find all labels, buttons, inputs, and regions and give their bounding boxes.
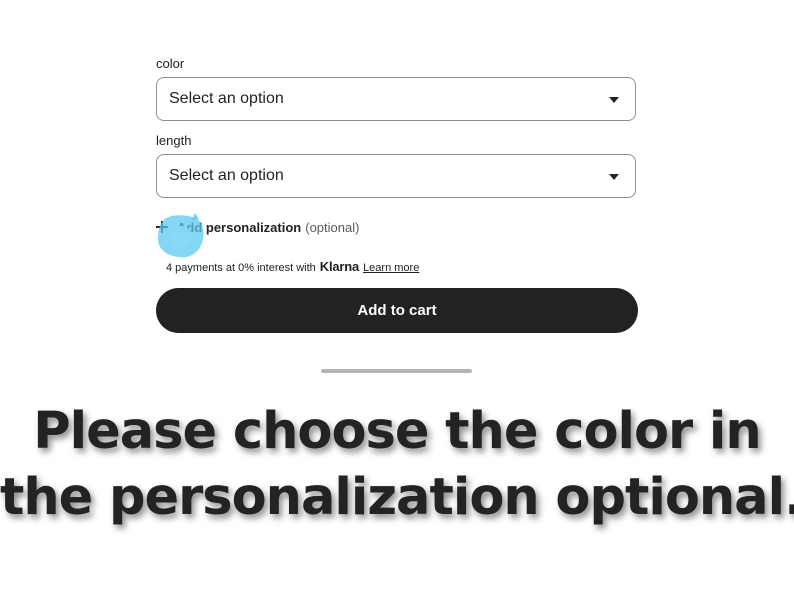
plus-icon — [156, 221, 168, 233]
add-to-cart-button[interactable]: Add to cart — [156, 288, 638, 333]
bottom-sheet-handle — [321, 369, 472, 373]
chevron-down-icon — [609, 97, 619, 103]
length-label: length — [156, 133, 192, 148]
caption-line-2: the personalization optional. — [0, 468, 794, 527]
klarna-logo: Klarna — [319, 259, 360, 274]
personalization-optional-label: (optional) — [305, 219, 360, 235]
color-label: color — [156, 56, 185, 71]
color-select-value: Select an option — [169, 90, 284, 107]
add-personalization-button[interactable]: Add personalization (optional) — [156, 218, 359, 236]
color-select[interactable]: Select an option — [156, 77, 636, 121]
caption-line-1: Please choose the color in — [33, 402, 761, 461]
length-select-value: Select an option — [169, 167, 284, 184]
length-select[interactable]: Select an option — [156, 154, 636, 198]
chevron-down-icon — [609, 174, 619, 180]
klarna-financing-line: 4 payments at 0% interest with Klarna Le… — [166, 259, 419, 274]
learn-more-link[interactable]: Learn more — [363, 262, 419, 274]
financing-text: 4 payments at 0% interest with — [166, 262, 316, 274]
personalization-label: Add personalization — [177, 219, 302, 235]
